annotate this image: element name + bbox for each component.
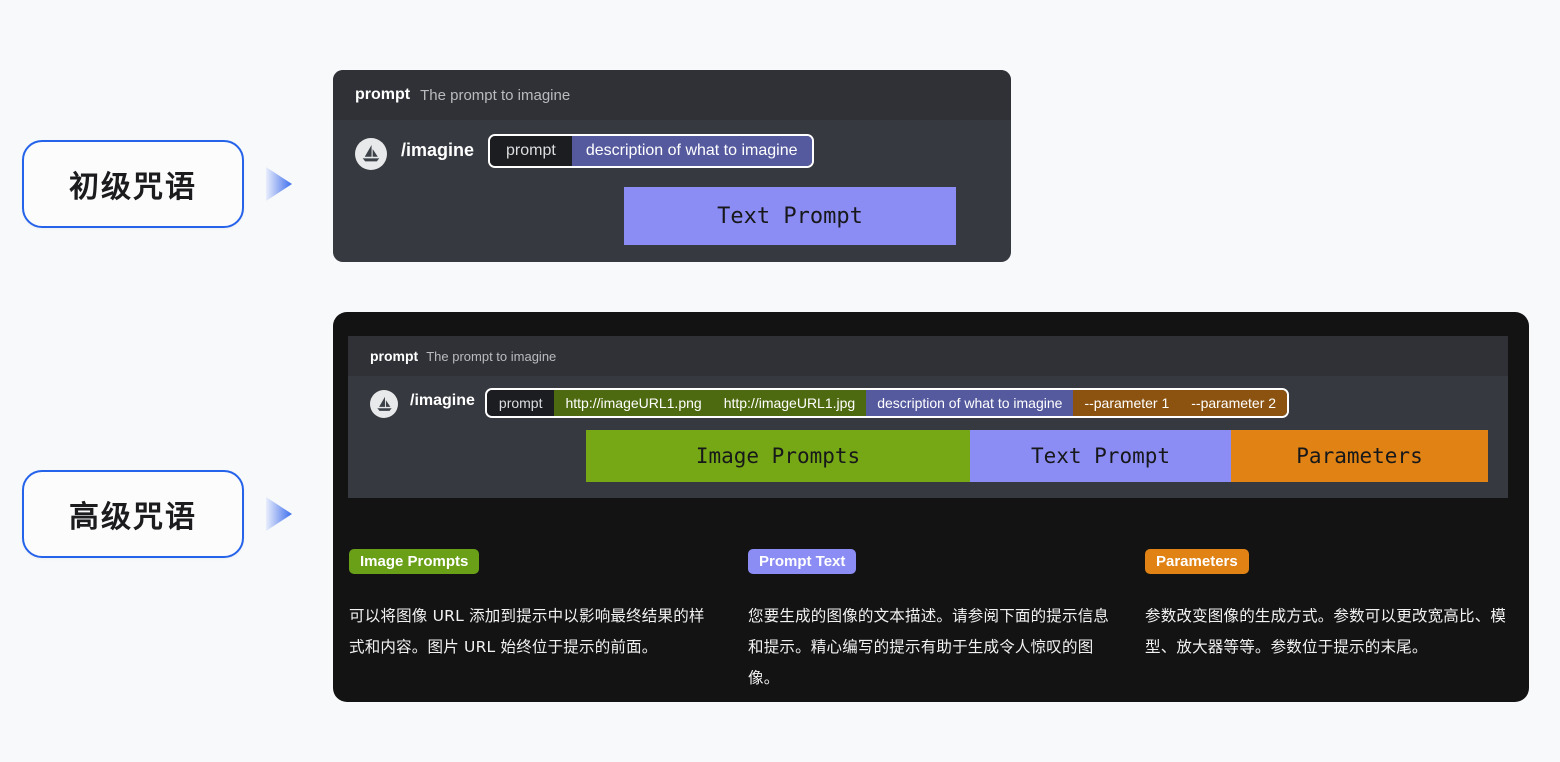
basic-token-prompt[interactable]: prompt (490, 136, 572, 166)
advanced-band-label: Image Prompts (695, 444, 861, 468)
advanced-token-description[interactable]: description of what to imagine (866, 390, 1074, 416)
advanced-header-key: prompt (370, 348, 419, 364)
basic-card-header: prompt The prompt to imagine (333, 70, 1011, 120)
advanced-header-description: The prompt to imagine (426, 348, 557, 364)
basic-command-name: /imagine (401, 140, 475, 160)
legend-prompt-text: Prompt Text 您要生成的图像的文本描述。请参阅下面的提示信息和提示。精… (748, 549, 1118, 694)
legend-body-image-prompts: 可以将图像 URL 添加到提示中以影响最终结果的样式和内容。图片 URL 始终位… (349, 607, 705, 656)
callout-advanced: 高级咒语 (22, 470, 292, 558)
advanced-token-parameter-2[interactable]: --parameter 2 (1180, 390, 1288, 416)
advanced-command-row: /imagine prompt http://imageURL1.png htt… (348, 376, 1508, 418)
basic-header-description: The prompt to imagine (420, 86, 571, 104)
advanced-band-parameters: Parameters (1231, 430, 1488, 482)
legend-body-parameters: 参数改变图像的生成方式。参数可以更改宽高比、模型、放大器等等。参数位于提示的末尾… (1145, 607, 1507, 656)
advanced-token-prompt[interactable]: prompt (486, 390, 555, 416)
advanced-panel-header: prompt The prompt to imagine (348, 336, 1508, 376)
advanced-band-label: Text Prompt (1030, 444, 1171, 468)
legend-body-prompt-text: 您要生成的图像的文本描述。请参阅下面的提示信息和提示。精心编写的提示有助于生成令… (748, 607, 1110, 687)
advanced-band-label: Parameters (1296, 444, 1423, 468)
advanced-token-parameter-1[interactable]: --parameter 1 (1073, 390, 1181, 416)
callout-basic-label: 初级咒语 (69, 170, 197, 205)
advanced-prompt-panel: prompt The prompt to imagine /imagine pr… (348, 336, 1508, 498)
advanced-command-name: /imagine (410, 392, 475, 409)
advanced-card: prompt The prompt to imagine /imagine pr… (333, 312, 1529, 702)
callout-advanced-label: 高级咒语 (69, 500, 197, 535)
callout-basic: 初级咒语 (22, 140, 292, 228)
advanced-token-image-url-1[interactable]: http://imageURL1.png (554, 390, 713, 416)
basic-command-row: /imagine prompt description of what to i… (333, 120, 1011, 170)
legend-image-prompts: Image Prompts 可以将图像 URL 添加到提示中以影响最终结果的样式… (349, 549, 719, 663)
legend-tag-parameters: Parameters (1145, 549, 1249, 574)
page-root: 初级咒语 高级咒语 prompt The prompt to imagine /… (0, 0, 1560, 762)
arrow-right-icon (266, 167, 292, 201)
advanced-band-text-prompt: Text Prompt (970, 430, 1231, 482)
advanced-token-image-url-2[interactable]: http://imageURL1.jpg (712, 390, 867, 416)
midjourney-sailboat-icon (355, 138, 387, 170)
advanced-command-pill[interactable]: prompt http://imageURL1.png http://image… (484, 388, 1290, 418)
callout-basic-chip[interactable]: 初级咒语 (22, 140, 244, 228)
legend-parameters: Parameters 参数改变图像的生成方式。参数可以更改宽高比、模型、放大器等… (1145, 549, 1515, 663)
arrow-right-icon (266, 497, 292, 531)
callout-advanced-chip[interactable]: 高级咒语 (22, 470, 244, 558)
basic-token-description[interactable]: description of what to imagine (571, 136, 812, 166)
legend-tag-image-prompts: Image Prompts (349, 549, 480, 574)
basic-band-text-prompt: Text Prompt (624, 187, 956, 245)
basic-prompt-card: prompt The prompt to imagine /imagine pr… (333, 70, 1011, 262)
basic-band-label: Text Prompt (717, 203, 863, 229)
legend-tag-prompt-text: Prompt Text (748, 549, 857, 574)
advanced-band-image-prompts: Image Prompts (586, 430, 970, 482)
midjourney-sailboat-icon (370, 390, 398, 418)
basic-header-key: prompt (355, 86, 411, 103)
basic-command-pill[interactable]: prompt description of what to imagine (488, 134, 814, 168)
